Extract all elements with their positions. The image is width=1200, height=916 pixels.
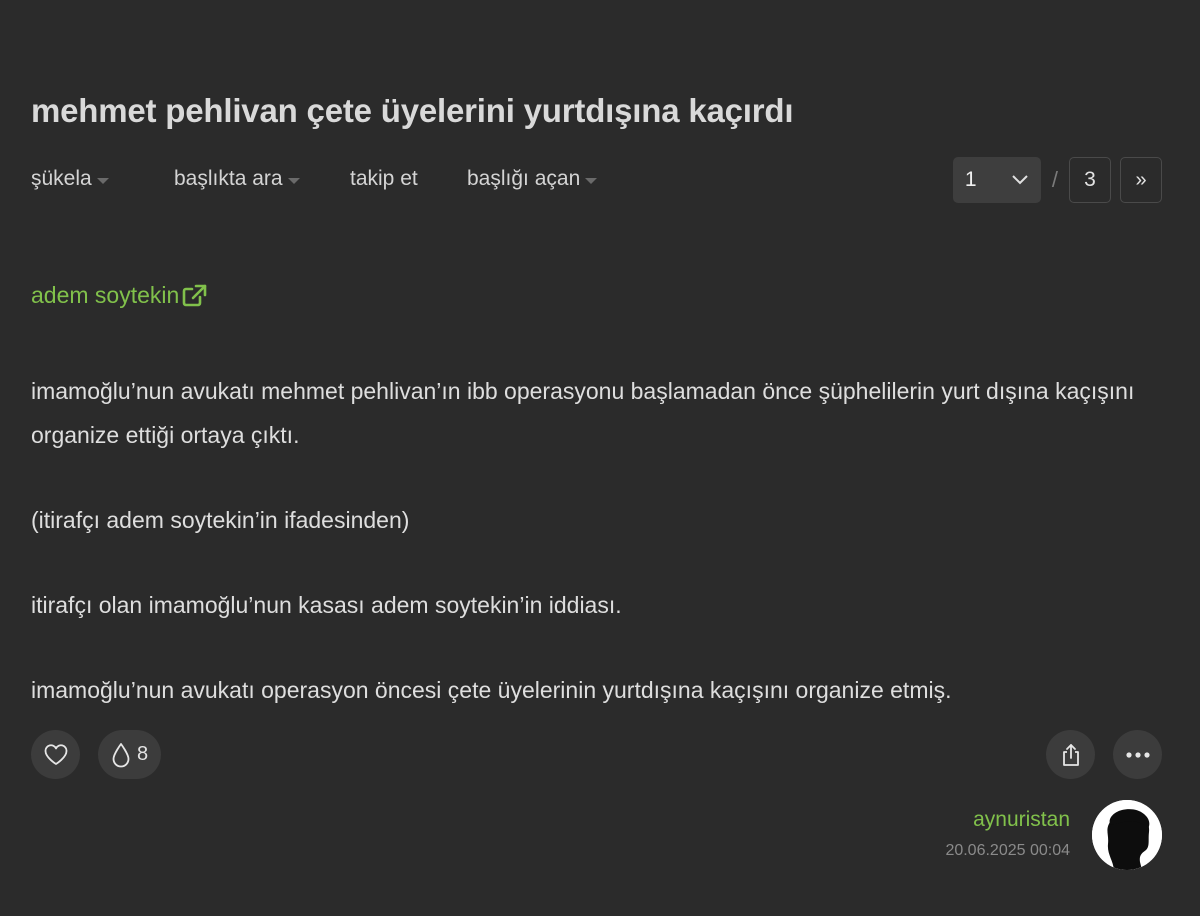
topic-nav: şükela başlıkta ara takip et başlığı aça… (31, 163, 598, 195)
chevron-down-icon (1012, 175, 1028, 185)
nav-search-label: başlıkta ara (174, 167, 283, 190)
entry-date[interactable]: 20.06.2025 00:04 (945, 842, 1070, 860)
like-button[interactable] (31, 730, 80, 779)
page-select[interactable]: 1 (952, 157, 1041, 203)
droplet-icon (112, 742, 130, 767)
nav-creator-label: başlığı açan (467, 167, 581, 190)
nav-search-in-topic[interactable]: başlıkta ara (174, 167, 350, 191)
author-link-text: adem soytekin (31, 282, 180, 308)
entry-paragraph: imamoğlu’nun avukatı mehmet pehlivan’ın … (31, 378, 1135, 448)
nav-follow[interactable]: takip et (350, 167, 467, 191)
entry-byline: aynuristan 20.06.2025 00:04 (945, 808, 1070, 860)
caret-down-icon (96, 177, 109, 184)
external-link-icon (183, 284, 207, 306)
share-icon (1062, 743, 1079, 766)
more-options-button[interactable] (1113, 730, 1162, 779)
entry-content: imamoğlu’nun avukatı mehmet pehlivan’ın … (31, 369, 1161, 712)
last-page-button[interactable]: 3 (1069, 157, 1111, 203)
nav-sukela-label: şükela (31, 167, 92, 190)
pager: 1 / 3 » (952, 157, 1162, 203)
topic-title[interactable]: mehmet pehlivan çete üyelerini yurtdışın… (31, 92, 794, 130)
entry-paragraph: itirafçı olan imamoğlu’nun kasası adem s… (31, 592, 622, 618)
entry-actions-right (1028, 730, 1162, 779)
page-separator: / (1051, 167, 1058, 192)
ellipsis-icon (1125, 751, 1150, 758)
entry-paragraph: (itirafçı adem soytekin’in ifadesinden) (31, 507, 410, 533)
avatar[interactable] (1092, 800, 1162, 870)
caret-down-icon (287, 177, 300, 184)
entry-actions-left: 8 (31, 730, 162, 779)
avatar-silhouette (1092, 800, 1162, 870)
heart-icon (44, 743, 67, 765)
drop-count: 8 (137, 743, 149, 765)
next-page-label: » (1135, 168, 1147, 191)
total-pages: 3 (1084, 168, 1096, 191)
author-nick[interactable]: aynuristan (945, 808, 1070, 832)
drop-button[interactable]: 8 (98, 730, 162, 779)
nav-sukela[interactable]: şükela (31, 167, 174, 191)
entry: adem soytekin imamoğlu’nun avukatı mehme… (31, 282, 1161, 753)
nav-topic-creator[interactable]: başlığı açan (467, 167, 598, 191)
author-external-link[interactable]: adem soytekin (31, 282, 207, 309)
nav-follow-label: takip et (350, 167, 418, 190)
entry-paragraph: imamoğlu’nun avukatı operasyon öncesi çe… (31, 677, 952, 703)
caret-down-icon (585, 177, 598, 184)
current-page: 1 (964, 168, 977, 191)
share-button[interactable] (1046, 730, 1095, 779)
next-page-button[interactable]: » (1120, 157, 1162, 203)
